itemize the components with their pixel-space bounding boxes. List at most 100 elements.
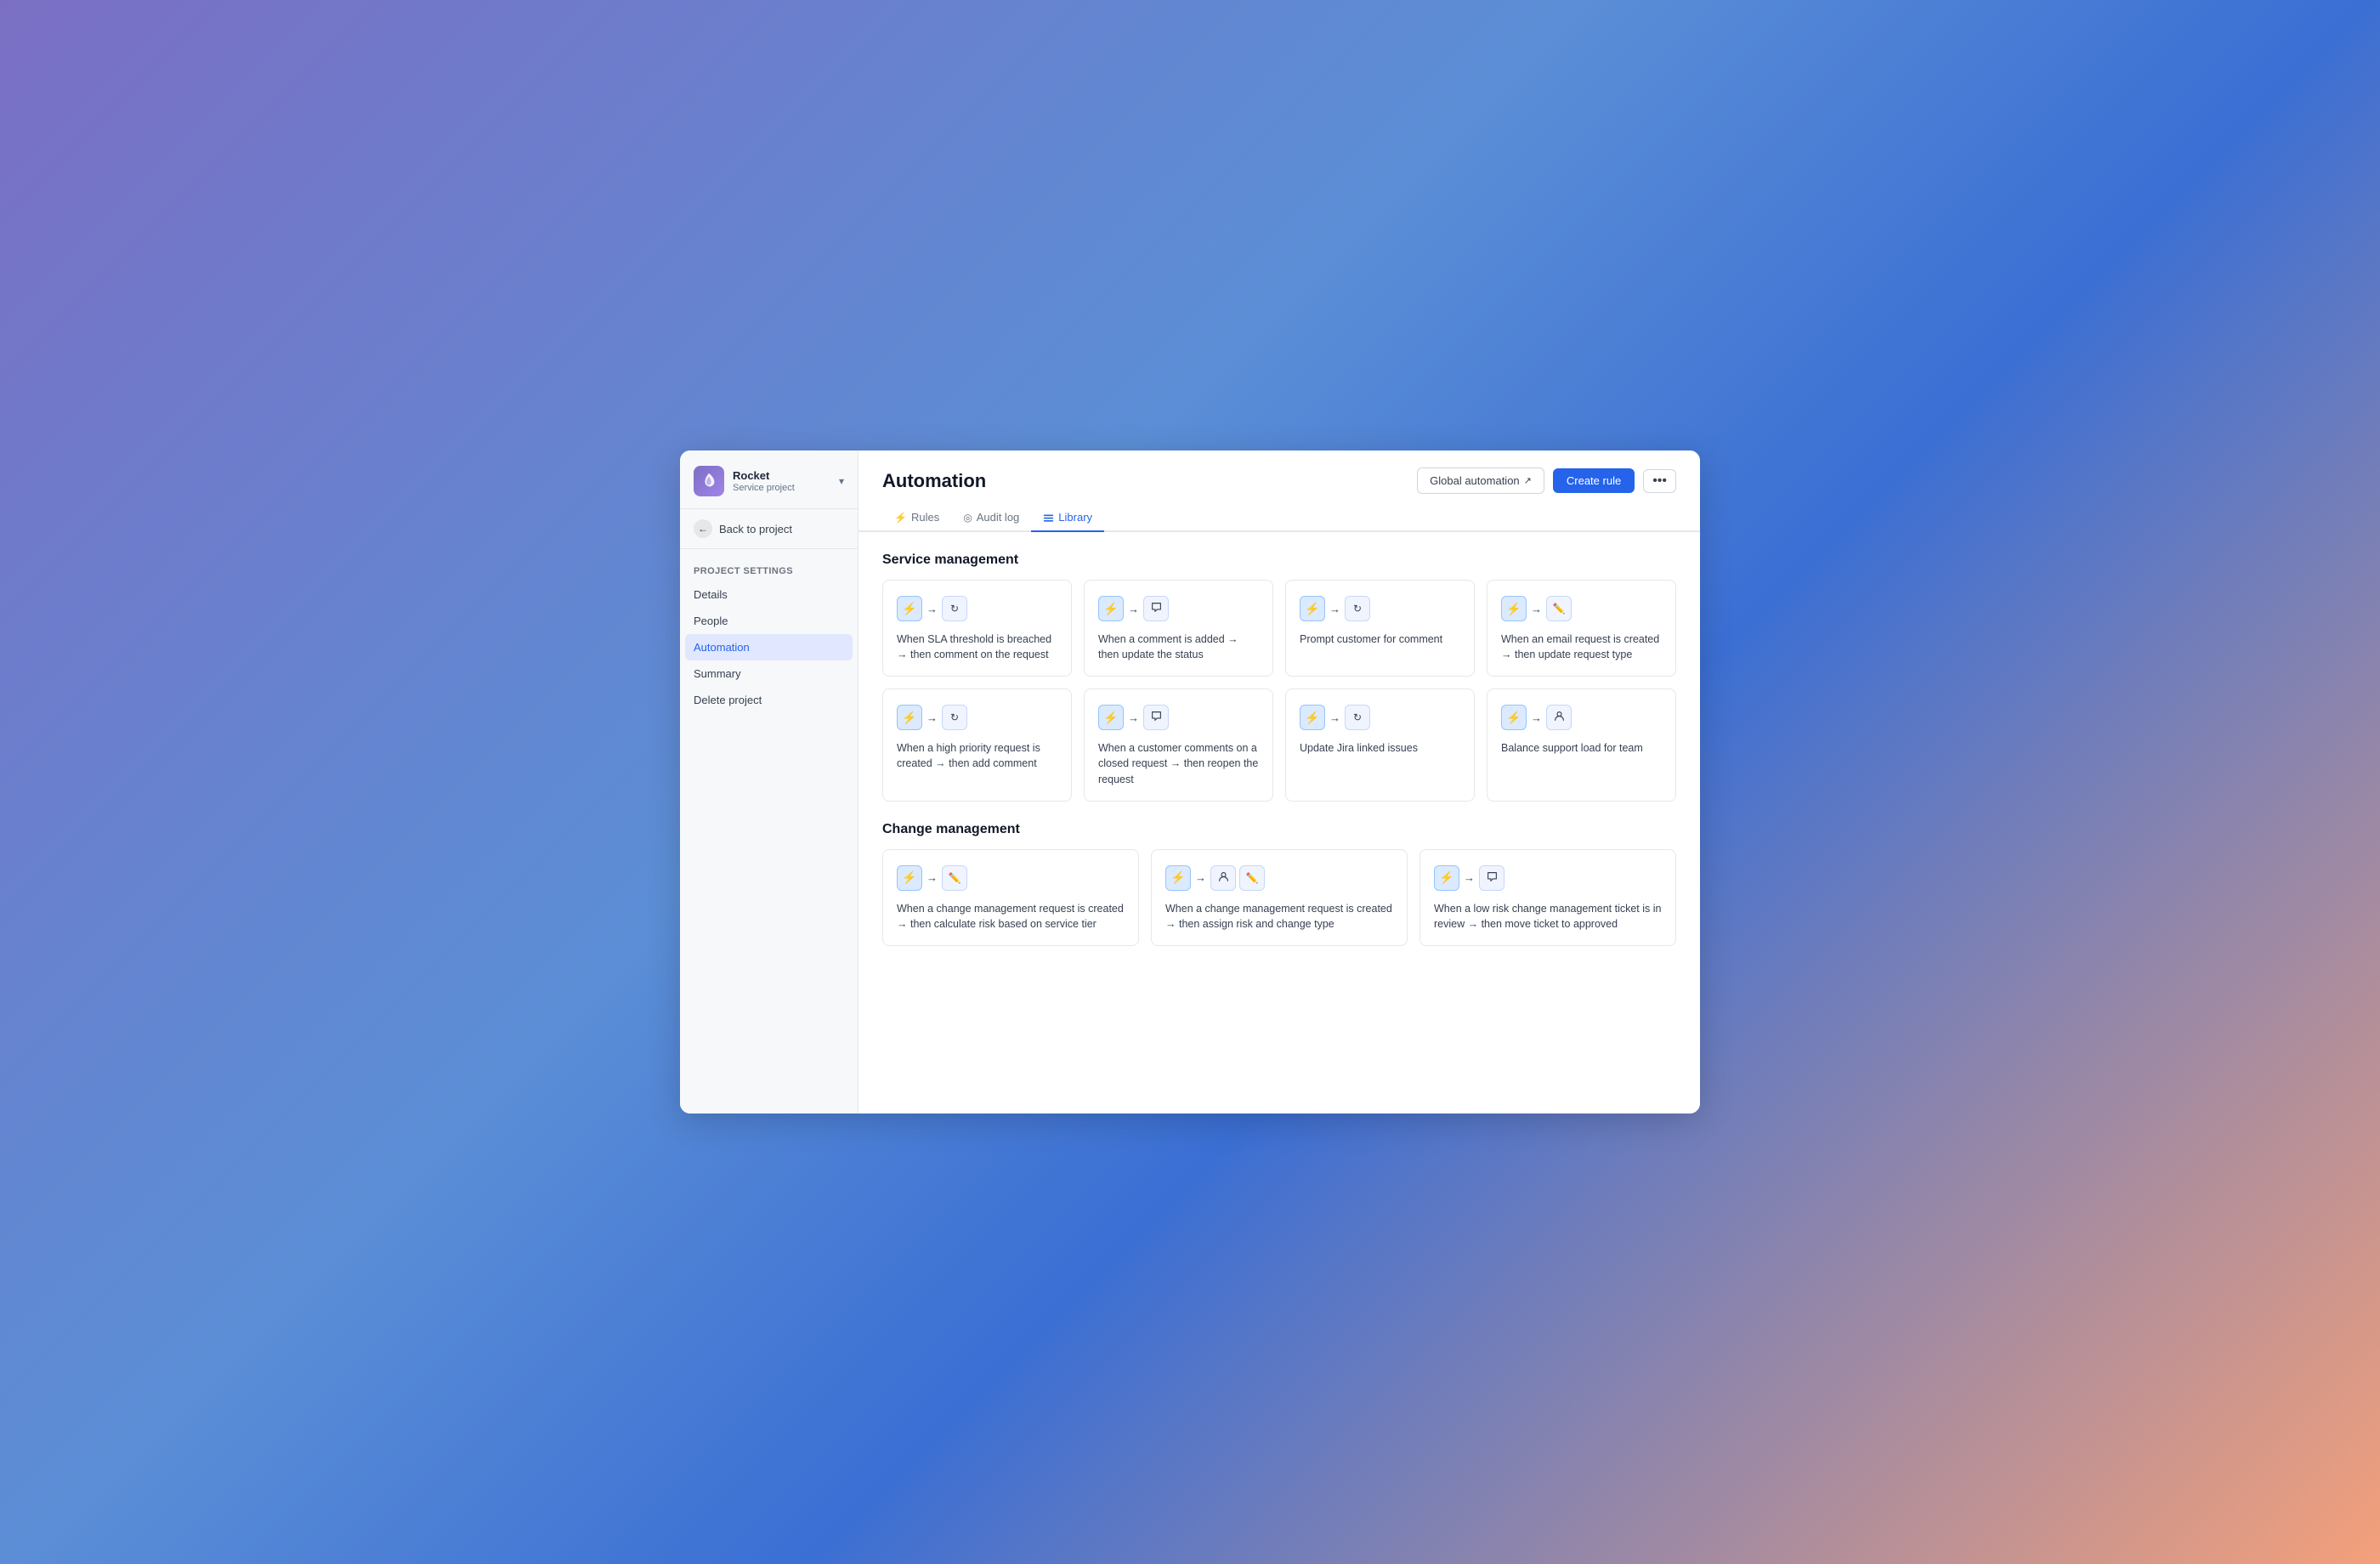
lightning-icon: ⚡ (902, 602, 916, 616)
rule-icons: ⚡ → ✏️ (1501, 596, 1662, 621)
lightning-icon-box: ⚡ (897, 596, 922, 621)
rule-card-comment-added[interactable]: ⚡ → When a comment is a (1084, 580, 1273, 677)
rule-card-sla-threshold[interactable]: ⚡ → ↻ When SLA threshold is breached → t… (882, 580, 1072, 677)
lightning-icon-box: ⚡ (897, 865, 922, 891)
pencil-icon-box: ✏️ (1546, 596, 1572, 621)
arrow-icon: → (1530, 603, 1543, 615)
arrow-icon: → (926, 871, 938, 884)
lightning-icon: ⚡ (1305, 602, 1319, 616)
project-type: Service project (733, 483, 830, 493)
sidebar-nav: Project settings Details People Automati… (680, 549, 858, 717)
project-logo (694, 466, 724, 496)
lightning-icon: ⚡ (902, 711, 916, 725)
rule-text: When an email request is created → then … (1501, 632, 1662, 662)
person-icon-box (1546, 705, 1572, 730)
arrow-icon: → (1530, 711, 1543, 724)
sidebar-item-people[interactable]: People (680, 608, 858, 634)
rule-card-update-jira[interactable]: ⚡ → ↻ Update Jira linked issues (1285, 688, 1475, 801)
person-icon (1218, 871, 1229, 885)
lightning-icon-box: ⚡ (1165, 865, 1191, 891)
rule-card-customer-closed[interactable]: ⚡ → When a customer com (1084, 688, 1273, 801)
lightning-icon: ⚡ (1305, 711, 1319, 725)
arrow-icon: → (1329, 711, 1341, 724)
global-automation-label: Global automation (1430, 474, 1520, 487)
sidebar-item-summary[interactable]: Summary (680, 660, 858, 687)
rule-card-change-assign[interactable]: ⚡ → (1151, 849, 1408, 946)
tab-rules[interactable]: ⚡ Rules (882, 504, 951, 532)
rule-card-high-priority[interactable]: ⚡ → ↻ When a high priority request is cr… (882, 688, 1072, 801)
sidebar-item-automation[interactable]: Automation (685, 634, 853, 660)
service-management-grid: ⚡ → ↻ When SLA threshold is breached → t… (882, 580, 1676, 802)
rule-card-change-risk[interactable]: ⚡ → ✏️ When a change management request … (882, 849, 1139, 946)
change-management-grid: ⚡ → ✏️ When a change management request … (882, 849, 1676, 946)
create-rule-button[interactable]: Create rule (1553, 468, 1635, 493)
comment-icon (1151, 602, 1162, 615)
rule-icons: ⚡ → (1434, 865, 1662, 891)
lightning-icon: ⚡ (1506, 602, 1521, 616)
lightning-icon: ⚡ (902, 870, 916, 885)
lightning-icon: ⚡ (1170, 870, 1185, 885)
more-options-button[interactable]: ••• (1643, 469, 1676, 493)
app-container: Rocket Service project ▾ ← Back to proje… (680, 450, 1700, 1114)
rule-text: Prompt customer for comment (1300, 632, 1460, 647)
lightning-icon: ⚡ (1439, 870, 1454, 885)
header-actions: Global automation ↗ Create rule ••• (1417, 468, 1676, 494)
back-to-project[interactable]: ← Back to project (680, 509, 858, 549)
refresh-icon: ↻ (1353, 711, 1362, 723)
refresh-icon-box: ↻ (942, 705, 967, 730)
rule-card-prompt-customer[interactable]: ⚡ → ↻ Prompt customer for comment (1285, 580, 1475, 677)
rule-text: Update Jira linked issues (1300, 740, 1460, 756)
lightning-icon-box: ⚡ (1501, 705, 1527, 730)
rule-card-balance-support[interactable]: ⚡ → (1487, 688, 1676, 801)
rule-icons: ⚡ → (1098, 705, 1259, 730)
refresh-icon: ↻ (950, 711, 959, 723)
section-title-service: Service management (882, 552, 1676, 568)
sidebar-item-details[interactable]: Details (680, 581, 858, 608)
lightning-icon: ⚡ (1103, 602, 1118, 616)
person-icon (1554, 711, 1565, 724)
tab-library[interactable]: Library (1031, 504, 1104, 532)
arrow-icon: → (1329, 603, 1341, 615)
comment-icon-box (1143, 596, 1169, 621)
lightning-icon-box: ⚡ (897, 705, 922, 730)
automation-content: Service management ⚡ → ↻ When SLA t (858, 532, 1700, 990)
main-header: Automation Global automation ↗ Create ru… (858, 450, 1700, 494)
rules-icon: ⚡ (894, 512, 907, 524)
lightning-icon-box: ⚡ (1300, 705, 1325, 730)
rule-icons: ⚡ → ✏️ (897, 865, 1125, 891)
rule-card-low-risk-review[interactable]: ⚡ → When a low risk cha (1420, 849, 1676, 946)
sidebar-section-label: Project settings (680, 552, 858, 581)
refresh-icon-box: ↻ (1345, 705, 1370, 730)
pencil-icon: ✏️ (1553, 603, 1566, 615)
library-icon (1043, 511, 1054, 523)
global-automation-button[interactable]: Global automation ↗ (1417, 468, 1544, 494)
sidebar-chevron-icon[interactable]: ▾ (839, 475, 844, 487)
sidebar-header: Rocket Service project ▾ (680, 450, 858, 509)
refresh-icon-box: ↻ (1345, 596, 1370, 621)
rule-icons: ⚡ → ↻ (1300, 705, 1460, 730)
rule-card-email-request[interactable]: ⚡ → ✏️ When an email request is created … (1487, 580, 1676, 677)
sidebar: Rocket Service project ▾ ← Back to proje… (680, 450, 858, 1114)
arrow-icon: → (1127, 603, 1140, 615)
refresh-icon: ↻ (950, 603, 959, 615)
rule-icons: ⚡ → (1501, 705, 1662, 730)
pencil-icon-2: ✏️ (1246, 872, 1259, 884)
rule-text: When a customer comments on a closed req… (1098, 740, 1259, 786)
main-content: Automation Global automation ↗ Create ru… (858, 450, 1700, 1114)
arrow-icon: → (1463, 871, 1476, 884)
rule-text: When a change management request is crea… (897, 901, 1125, 932)
lightning-icon-box: ⚡ (1300, 596, 1325, 621)
section-change-management: Change management ⚡ → ✏️ When a cha (882, 822, 1676, 946)
project-name: Rocket (733, 469, 830, 483)
arrow-icon: → (1127, 711, 1140, 724)
comment-icon (1487, 871, 1498, 885)
lightning-icon: ⚡ (1103, 711, 1118, 725)
sidebar-item-delete-project[interactable]: Delete project (680, 687, 858, 713)
tabs: ⚡ Rules ◎ Audit log Library (858, 494, 1700, 532)
external-link-icon: ↗ (1524, 475, 1532, 486)
lightning-icon-box: ⚡ (1501, 596, 1527, 621)
back-icon: ← (694, 519, 712, 538)
arrow-icon: → (926, 603, 938, 615)
tab-audit-log[interactable]: ◎ Audit log (951, 504, 1031, 532)
refresh-icon-box: ↻ (942, 596, 967, 621)
